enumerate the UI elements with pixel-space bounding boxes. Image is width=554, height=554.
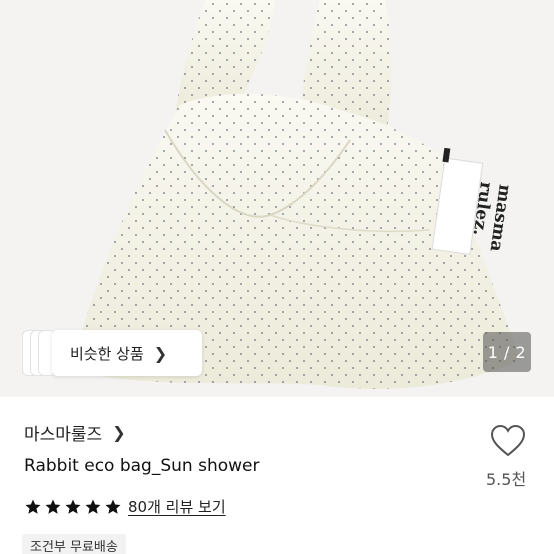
star-filled-icon: [65, 499, 81, 514]
star-filled-icon: [45, 499, 61, 514]
star-filled-icon: [85, 499, 101, 514]
shipping-badge-text: 조건부 무료배송: [30, 539, 118, 554]
product-image-carousel[interactable]: masma rulez. 비슷한 상품 ❯ 1 / 2: [0, 0, 554, 397]
rating-row: 80개 리뷰 보기: [24, 496, 226, 517]
product-title: Rabbit eco bag_Sun shower: [24, 456, 260, 476]
image-pager: 1 / 2: [483, 332, 531, 372]
similar-products-button[interactable]: 비슷한 상품 ❯: [52, 330, 202, 376]
chevron-right-icon: ❯: [153, 343, 168, 363]
store-name: 마스마룰즈: [24, 425, 103, 445]
star-filled-icon: [105, 499, 121, 514]
review-link[interactable]: 80개 리뷰 보기: [128, 496, 226, 517]
star-filled-icon: [25, 499, 41, 514]
chevron-right-icon: ❯: [112, 423, 126, 442]
pager-text: 1 / 2: [487, 342, 527, 362]
shipping-badge: 조건부 무료배송: [22, 534, 126, 554]
store-link[interactable]: 마스마룰즈 ❯: [24, 420, 126, 445]
like-count: 5.5천: [486, 470, 527, 489]
heart-outline-icon[interactable]: [490, 424, 526, 458]
similar-products-label: 비슷한 상품: [70, 344, 144, 363]
rating-stars: [24, 498, 122, 516]
brand-tag: masma rulez.: [426, 175, 515, 253]
